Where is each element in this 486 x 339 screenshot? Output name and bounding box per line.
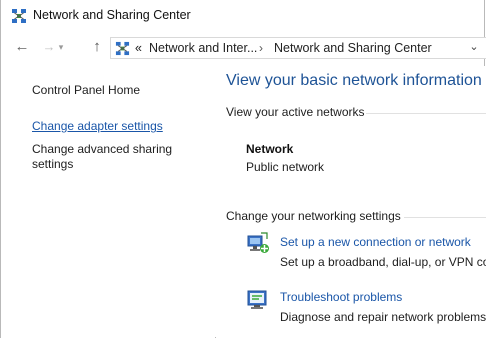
breadcrumb-overflow-button[interactable]: « (135, 41, 142, 55)
back-button[interactable]: ← (12, 37, 32, 57)
breadcrumb-network-and-sharing-center[interactable]: Network and Sharing Center (274, 41, 432, 55)
network-center-icon (12, 9, 26, 23)
address-dropdown-icon[interactable]: ⌄ (466, 40, 482, 53)
navigation-bar: ← → ▾ ↑ « Network and Inter... › Network… (1, 34, 486, 62)
setup-new-connection-description: Set up a broadband, dial-up, or VPN co (280, 255, 486, 269)
window: Network and Sharing Center ← → ▾ ↑ « Net… (0, 0, 486, 338)
breadcrumb-network-and-internet[interactable]: Network and Inter... (149, 41, 257, 55)
network-center-icon (115, 41, 130, 56)
network-name: Network (246, 142, 294, 156)
setup-new-connection-link[interactable]: Set up a new connection or network (280, 235, 471, 249)
left-pane: Control Panel Home Change adapter settin… (1, 66, 215, 338)
up-button[interactable]: ↑ (87, 37, 107, 57)
change-adapter-settings-link[interactable]: Change adapter settings (32, 119, 163, 134)
section-divider (366, 113, 486, 114)
troubleshoot-problems-link[interactable]: Troubleshoot problems (280, 290, 402, 304)
change-advanced-sharing-settings-link[interactable]: Change advanced sharing settings (32, 142, 192, 172)
page-title: View your basic network information (226, 72, 482, 89)
title-bar: Network and Sharing Center (1, 0, 484, 32)
window-title: Network and Sharing Center (33, 8, 191, 22)
control-panel-home-link[interactable]: Control Panel Home (32, 83, 140, 98)
recent-locations-dropdown[interactable]: ▾ (55, 37, 67, 57)
troubleshoot-icon (247, 290, 267, 309)
network-type: Public network (246, 160, 325, 174)
section-divider (404, 217, 486, 218)
new-connection-icon (247, 232, 269, 253)
breadcrumb-separator[interactable]: › (259, 41, 263, 55)
troubleshoot-problems-description: Diagnose and repair network problems, (280, 310, 486, 324)
address-bar[interactable]: « Network and Inter... › Network and Sha… (110, 37, 486, 59)
active-networks-header: View your active networks (226, 105, 365, 119)
main-pane: View your basic network information View… (216, 66, 486, 338)
change-settings-header: Change your networking settings (226, 209, 401, 223)
